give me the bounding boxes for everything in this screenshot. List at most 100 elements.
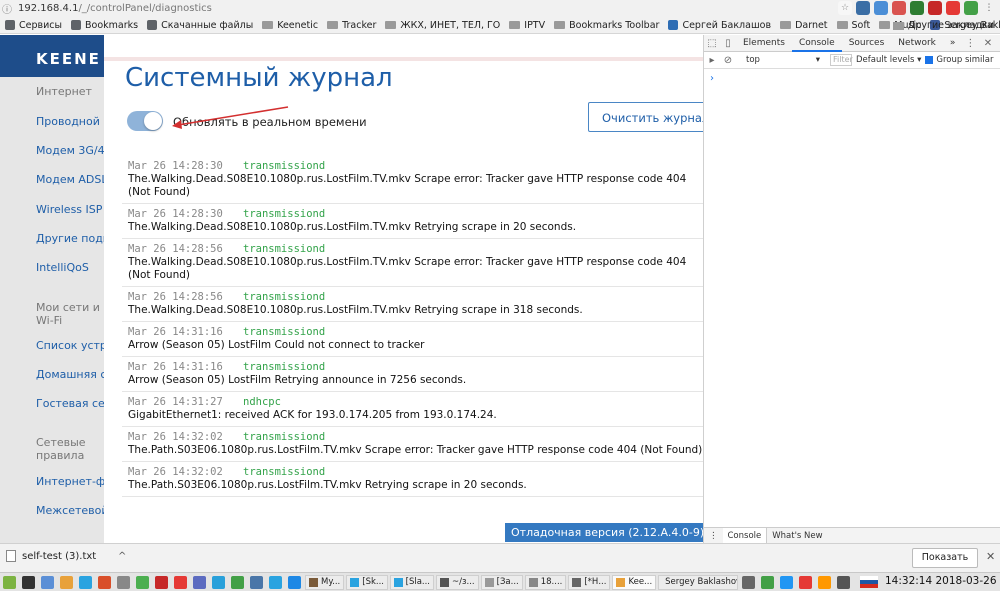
volume-icon[interactable] [837,575,851,589]
extension-3-icon[interactable] [892,1,906,15]
tab-console[interactable]: Console [791,35,842,52]
filter-input[interactable]: Filter [830,54,853,66]
sidebar-item[interactable]: Список устройств [36,339,104,352]
taskbar-task[interactable]: [Sla... [390,574,435,590]
taskbar-task[interactable]: [*Н... [568,574,611,590]
tray-icon[interactable] [780,575,794,589]
vk-icon[interactable] [250,575,263,589]
sidebar-item[interactable]: IntelliQoS [36,261,104,274]
close-icon[interactable]: ✕ [980,35,996,52]
bookmark-star-icon[interactable]: ☆ [838,1,852,15]
keenetic-logo[interactable]: KEENE [36,50,101,68]
context-select[interactable]: top ▾ [736,55,826,65]
extension-1-icon[interactable] [856,1,870,15]
taskbar-task[interactable]: [За... [480,574,523,590]
sidebar-item[interactable]: Модем ADSL [36,173,104,186]
app-icon[interactable] [288,575,301,589]
app-icon[interactable] [193,575,206,589]
task-label: Sergey Baklashov [665,577,739,587]
chevron-up-icon[interactable]: ^ [118,551,126,562]
app-icon[interactable] [98,575,111,589]
taskbar-task[interactable]: Sergey Baklashov [658,574,739,590]
close-icon[interactable]: ✕ [986,550,995,563]
levels-select[interactable]: Default levels ▾ [856,55,921,65]
shield-icon[interactable] [964,1,978,15]
realtime-toggle[interactable] [127,111,163,131]
show-all-button[interactable]: Показать все [912,548,978,581]
start-menu-icon[interactable] [3,575,16,589]
info-icon[interactable]: ⓘ [0,1,14,16]
russian-flag-icon[interactable] [859,576,879,588]
sidebar-item[interactable]: Проводной [36,115,104,128]
bookmark-label: Bookmarks [85,19,139,31]
console-prompt[interactable]: › [710,73,1000,84]
spreadsheet-icon[interactable] [136,575,149,589]
menu-icon[interactable]: ⋮ [982,1,996,15]
tray-icon[interactable] [818,575,832,589]
taskbar-task[interactable]: Kee... [612,574,657,590]
tab-elements[interactable]: Elements [736,35,792,52]
bookmark-item[interactable]: Soft [836,20,870,31]
more-tabs-button[interactable]: » [943,35,963,52]
tab-sources[interactable]: Sources [842,35,892,52]
taskbar-task[interactable]: My... [305,574,345,590]
firefox-icon[interactable] [60,575,73,589]
clock[interactable]: 14:32:14 2018-03-26 [885,575,997,587]
clear-console-icon[interactable]: ⊘ [720,52,736,69]
bookmark-item[interactable]: Сервисы [5,20,62,31]
sidebar-item[interactable]: Другие подключения [36,232,104,245]
bookmark-item[interactable]: Keenetic [262,20,318,31]
skype-icon[interactable] [269,575,282,589]
terminal-icon[interactable] [22,575,35,589]
sidebar-item[interactable]: Гостевая сеть [36,397,104,410]
drawer-tab-whats-new[interactable]: What's New [767,528,827,544]
task-app-icon [528,577,538,587]
bookmark-item[interactable]: Скачанные файлы [147,20,253,31]
devtools-menu-icon[interactable]: ⋮ [962,35,978,52]
whatsapp-icon[interactable] [231,575,244,589]
inspect-icon[interactable]: ⬚ [704,35,720,52]
filezilla-icon[interactable] [155,575,168,589]
sidebar-toggle-icon[interactable]: ▸ [704,52,720,69]
log-entry: Mar 26 14:32:02 transmissiond The.Path.S03… [122,427,703,462]
sidebar-item[interactable]: Интернет-фильтр [36,475,104,488]
url-text[interactable]: 192.168.4.1/_/controlPanel/diagnostics [18,3,212,14]
tray-icon[interactable] [742,575,756,589]
bookmark-item[interactable]: Tracker [327,20,376,31]
extension-5-icon[interactable] [928,1,942,15]
bookmark-item[interactable]: Bookmarks [71,20,138,31]
tray-icon[interactable] [761,575,775,589]
sidebar-item[interactable]: Wireless ISP [36,203,104,216]
telegram-icon[interactable] [212,575,225,589]
tab-network[interactable]: Network [891,35,943,52]
calculator-icon[interactable] [117,575,130,589]
app-icon[interactable] [174,575,187,589]
url-path: /_/controlPanel/diagnostics [78,3,212,14]
tray-icon[interactable] [799,575,813,589]
device-toolbar-icon[interactable]: ▯ [720,35,736,52]
sidebar-item[interactable]: Межсетевой экран [36,504,104,517]
bookmark-item[interactable]: Сергей Баклашов [668,20,771,31]
drawer-menu-icon[interactable]: ⋮ [704,528,723,544]
taskbar-task[interactable]: ~/з... [436,574,479,590]
files-icon[interactable] [41,575,54,589]
sidebar-item[interactable]: Домашняя сеть [36,368,104,381]
drawer-tab-console[interactable]: Console [722,527,768,544]
bookmark-item[interactable]: ЖКХ, ИНЕТ, ТЕЛ, ГО [385,20,500,31]
bookmark-item[interactable]: IPTV [509,20,545,31]
skype-icon[interactable] [79,575,92,589]
taskbar-task[interactable]: 18.... [524,574,567,590]
group-similar-label: Group similar [936,55,994,65]
sidebar-item[interactable]: Модем 3G/4G [36,144,104,157]
clear-log-button[interactable]: Очистить журнал [588,102,703,132]
group-similar-checkbox[interactable] [925,56,934,64]
bookmark-item[interactable]: Bookmarks Toolbar [554,20,659,31]
download-item[interactable]: self-test (3).txt [6,550,96,562]
extension-6-icon[interactable] [946,1,960,15]
other-bookmarks[interactable]: Другие закладки [892,20,994,31]
extension-2-icon[interactable] [874,1,888,15]
address-bar[interactable]: ⓘ 192.168.4.1/_/controlPanel/diagnostics… [0,0,1000,17]
bookmark-item[interactable]: Darnet [780,20,828,31]
extension-4-icon[interactable] [910,1,924,15]
taskbar-task[interactable]: [Sk... [346,574,389,590]
